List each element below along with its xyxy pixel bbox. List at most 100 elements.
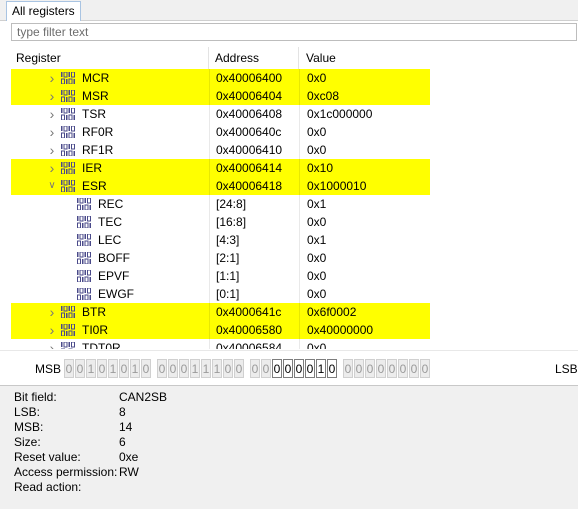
bit-cell[interactable]: 1	[86, 359, 96, 378]
row-value[interactable]: 0x6f0002	[299, 303, 430, 321]
bit-cell[interactable]: 0	[343, 359, 353, 378]
bit-cell[interactable]: 0	[283, 359, 293, 378]
row-value[interactable]: 0x0	[299, 69, 430, 87]
bit-cell[interactable]: 0	[294, 359, 304, 378]
chevron-right-icon[interactable]: ›	[46, 69, 58, 87]
chevron-right-icon[interactable]: ›	[46, 87, 58, 105]
bit-cell[interactable]: 0	[398, 359, 408, 378]
bitfield-row[interactable]: EPVF [1:1] 0x0	[11, 267, 430, 285]
bitfield-row[interactable]: BOFF [2:1] 0x0	[11, 249, 430, 267]
info-row: MSB: 14	[0, 420, 578, 435]
bit-cell[interactable]: 0	[409, 359, 419, 378]
bit-cell[interactable]: 0	[261, 359, 271, 378]
register-row[interactable]: › IER 0x40006414 0x10	[11, 159, 430, 177]
row-value[interactable]: 0x0	[299, 213, 430, 231]
chevron-down-icon[interactable]: ∨	[46, 177, 58, 195]
register-bits-icon	[61, 324, 75, 336]
bit-cell[interactable]: 0	[119, 359, 129, 378]
row-name: RF1R	[82, 143, 114, 157]
bit-cell[interactable]: 1	[201, 359, 211, 378]
bit-cell[interactable]: 0	[179, 359, 189, 378]
column-header-register[interactable]: Register	[11, 47, 209, 69]
row-address: [24:8]	[209, 195, 299, 213]
chevron-right-icon[interactable]: ›	[46, 339, 58, 349]
bitfield-row[interactable]: EWGF [0:1] 0x0	[11, 285, 430, 303]
register-row[interactable]: › TDT0R 0x40006584 0x0	[11, 339, 430, 349]
bitfield-row[interactable]: TEC [16:8] 0x0	[11, 213, 430, 231]
bitfield-row[interactable]: REC [24:8] 0x1	[11, 195, 430, 213]
row-value[interactable]: 0x0	[299, 141, 430, 159]
row-value[interactable]: 0xc08	[299, 87, 430, 105]
chevron-right-icon[interactable]: ›	[46, 105, 58, 123]
bit-cell[interactable]: 0	[168, 359, 178, 378]
bit-cell[interactable]: 0	[64, 359, 74, 378]
bit-cell[interactable]: 0	[376, 359, 386, 378]
bit-cell[interactable]: 0	[157, 359, 167, 378]
row-address: 0x40006584	[209, 339, 299, 349]
bit-cell[interactable]: 1	[108, 359, 118, 378]
row-value[interactable]: 0x1	[299, 195, 430, 213]
info-label: Access permission:	[14, 465, 118, 479]
register-row[interactable]: › MSR 0x40006404 0xc08	[11, 87, 430, 105]
register-row[interactable]: › MCR 0x40006400 0x0	[11, 69, 430, 87]
row-name: TI0R	[82, 323, 109, 337]
register-row[interactable]: › BTR 0x4000641c 0x6f0002	[11, 303, 430, 321]
register-bits-icon	[61, 126, 75, 138]
register-row[interactable]: › TSR 0x40006408 0x1c000000	[11, 105, 430, 123]
filter-input[interactable]	[11, 23, 577, 41]
row-value[interactable]: 0x0	[299, 339, 430, 349]
row-value[interactable]: 0x1	[299, 231, 430, 249]
bit-cell[interactable]: 0	[305, 359, 315, 378]
register-row[interactable]: › TI0R 0x40006580 0x40000000	[11, 321, 430, 339]
bit-cell[interactable]: 1	[316, 359, 326, 378]
register-row[interactable]: › RF0R 0x4000640c 0x0	[11, 123, 430, 141]
row-value[interactable]: 0x0	[299, 123, 430, 141]
bit-cell[interactable]: 1	[130, 359, 140, 378]
bit-cell[interactable]: 0	[387, 359, 397, 378]
bit-cell[interactable]: 0	[354, 359, 364, 378]
row-value[interactable]: 0x0	[299, 249, 430, 267]
column-header-value[interactable]: Value	[299, 47, 430, 69]
register-bits-icon	[61, 306, 75, 318]
info-label: MSB:	[14, 420, 44, 434]
row-address: [4:3]	[209, 231, 299, 249]
bit-cell[interactable]: 0	[250, 359, 260, 378]
register-bits-icon	[61, 108, 75, 120]
bit-cell[interactable]: 0	[272, 359, 282, 378]
bit-cell[interactable]: 0	[75, 359, 85, 378]
bit-cell[interactable]: 0	[97, 359, 107, 378]
divider	[0, 350, 578, 351]
register-row[interactable]: › RF1R 0x40006410 0x0	[11, 141, 430, 159]
row-value[interactable]: 0x1000010	[299, 177, 430, 195]
bit-cell[interactable]: 0	[234, 359, 244, 378]
bit-cell[interactable]: 0	[327, 359, 337, 378]
bit-cell[interactable]: 0	[223, 359, 233, 378]
bit-cell[interactable]: 0	[141, 359, 151, 378]
register-row[interactable]: ∨ ESR 0x40006418 0x1000010	[11, 177, 430, 195]
info-label: Reset value:	[14, 450, 81, 464]
row-value[interactable]: 0x0	[299, 267, 430, 285]
row-value[interactable]: 0x0	[299, 285, 430, 303]
info-row: Access permission: RW	[0, 465, 578, 480]
register-table: Register Address Value › MCR 0x40006400 0x0…	[11, 47, 430, 349]
bit-cell[interactable]: 0	[420, 359, 430, 378]
info-value: 6	[119, 435, 126, 449]
chevron-right-icon[interactable]: ›	[46, 123, 58, 141]
bit-cell[interactable]: 0	[365, 359, 375, 378]
chevron-right-icon[interactable]: ›	[46, 141, 58, 159]
info-value: 8	[119, 405, 126, 419]
chevron-right-icon[interactable]: ›	[46, 303, 58, 321]
bit-cell[interactable]: 1	[190, 359, 200, 378]
tab-all-registers[interactable]: All registers	[6, 1, 81, 21]
bit-cell[interactable]: 1	[212, 359, 222, 378]
bitfield-row[interactable]: LEC [4:3] 0x1	[11, 231, 430, 249]
row-value[interactable]: 0x10	[299, 159, 430, 177]
row-value[interactable]: 0x40000000	[299, 321, 430, 339]
row-address: 0x40006580	[209, 321, 299, 339]
row-name: MSR	[82, 89, 109, 103]
row-address: [2:1]	[209, 249, 299, 267]
column-header-address[interactable]: Address	[209, 47, 299, 69]
chevron-right-icon[interactable]: ›	[46, 321, 58, 339]
chevron-right-icon[interactable]: ›	[46, 159, 58, 177]
row-value[interactable]: 0x1c000000	[299, 105, 430, 123]
